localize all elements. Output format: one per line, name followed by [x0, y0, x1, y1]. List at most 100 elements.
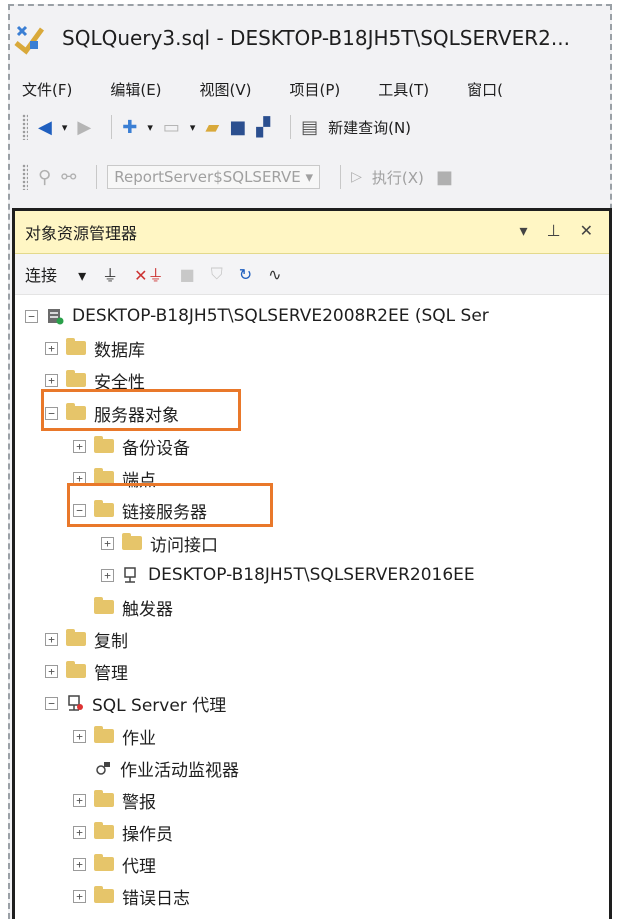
save-all-icon[interactable]: ▞	[256, 117, 270, 138]
pin-icon[interactable]: ⊥	[547, 221, 561, 240]
menu-bar: 文件(F) 编辑(E) 视图(V) 项目(P) 工具(T) 窗口(	[22, 74, 612, 104]
tree-node-proxies[interactable]: + 代理	[73, 849, 156, 879]
add-item-icon[interactable]: ▭	[163, 117, 180, 138]
connect-dropdown[interactable]: 连接 ▾	[25, 262, 86, 286]
new-project-icon[interactable]: ✚	[122, 117, 137, 138]
tree-node-linked-server-instance[interactable]: + DESKTOP-B18JH5T\SQLSERVER2016EE	[101, 560, 475, 590]
folder-icon	[94, 790, 114, 807]
expand-icon[interactable]: +	[45, 664, 58, 678]
toolbar-separator	[340, 165, 342, 189]
change-connection-icon[interactable]: ⚯	[61, 167, 76, 188]
dropdown-icon[interactable]: ▾	[62, 121, 68, 134]
folder-icon	[66, 629, 86, 646]
expand-icon[interactable]: +	[73, 729, 86, 743]
expand-icon[interactable]: +	[73, 857, 86, 871]
tree-node-label: 错误日志	[122, 888, 190, 909]
menu-window[interactable]: 窗口(	[467, 79, 503, 100]
expand-icon[interactable]: +	[101, 568, 114, 582]
highlight-box-server-objects	[41, 389, 241, 431]
menu-tools[interactable]: 工具(T)	[378, 79, 429, 100]
connect-icon[interactable]: ⚲	[38, 167, 51, 188]
expand-icon[interactable]: +	[45, 373, 58, 387]
collapse-icon[interactable]: −	[45, 696, 58, 710]
stop-icon[interactable]: ■	[180, 265, 195, 284]
standard-toolbar: ◀ ▾ ▶ ✚ ▾ ▭ ▾ ▰ ■ ▞ ▤ 新建查询(N)	[22, 110, 612, 144]
tree-node-sql-agent[interactable]: − SQL Server 代理	[45, 688, 226, 718]
window-position-icon[interactable]: ▾	[519, 221, 527, 240]
tree-node-label: 复制	[94, 631, 128, 652]
expand-icon[interactable]: +	[101, 536, 114, 550]
tree-node-label: 作业	[122, 728, 156, 749]
server-icon	[46, 307, 64, 325]
tree-node-job-activity-monitor[interactable]: 作业活动监视器	[73, 753, 239, 783]
expand-icon[interactable]: +	[45, 341, 58, 355]
agent-icon	[66, 694, 84, 712]
tree-node-management[interactable]: + 管理	[45, 656, 128, 686]
folder-icon	[66, 338, 86, 355]
menu-project[interactable]: 项目(P)	[290, 79, 341, 100]
expand-icon[interactable]: +	[73, 793, 86, 807]
expand-icon[interactable]: +	[73, 825, 86, 839]
dropdown-icon[interactable]: ▾	[190, 121, 196, 134]
folder-icon	[66, 370, 86, 387]
tree-node-jobs[interactable]: + 作业	[73, 721, 156, 751]
tree-node-replication[interactable]: + 复制	[45, 624, 128, 654]
expand-icon[interactable]: +	[73, 439, 86, 453]
connect-plug-icon[interactable]: ⏚	[102, 262, 118, 286]
tree-node-label: SQL Server 代理	[92, 695, 227, 716]
toolbar-grip[interactable]	[22, 164, 28, 190]
tree-node-databases[interactable]: + 数据库	[45, 333, 145, 363]
open-folder-icon[interactable]: ▰	[205, 117, 219, 138]
window-title: SQLQuery3.sql - DESKTOP-B18JH5T\SQLSERVE…	[62, 26, 570, 50]
expand-icon[interactable]: +	[45, 632, 58, 646]
object-explorer-title: 对象资源管理器	[25, 224, 138, 243]
dropdown-icon[interactable]: ▾	[147, 121, 153, 134]
activity-monitor-icon[interactable]: ∿	[268, 265, 281, 284]
connect-label: 连接	[25, 266, 58, 285]
collapse-icon[interactable]: −	[25, 309, 38, 323]
new-query-icon[interactable]: ▤	[301, 117, 318, 138]
tree-node-operators[interactable]: + 操作员	[73, 817, 173, 847]
tree-node-alerts[interactable]: + 警报	[73, 785, 156, 815]
menu-file[interactable]: 文件(F)	[22, 79, 72, 100]
ssms-logo-icon	[12, 21, 46, 55]
refresh-icon[interactable]: ↻	[239, 265, 252, 284]
tree-node-label: 代理	[122, 856, 156, 877]
forward-icon[interactable]: ▶	[77, 117, 91, 138]
panel-controls: ▾ ⊥ ✕	[505, 221, 593, 240]
folder-icon	[94, 854, 114, 871]
available-databases-select[interactable]: ReportServer$SQLSERVE ▾	[107, 165, 321, 189]
tree-node-label: 管理	[94, 663, 128, 684]
back-icon[interactable]: ◀	[38, 117, 52, 138]
tree-node-label: 警报	[122, 792, 156, 813]
object-explorer-toolbar: 连接 ▾ ⏚ ✕⏚ ■ ⛉ ↻ ∿	[15, 254, 609, 295]
tree-node-backup-devices[interactable]: + 备份设备	[73, 431, 190, 461]
tree-node-providers[interactable]: + 访问接口	[101, 528, 218, 558]
monitor-icon	[94, 759, 112, 777]
execute-button[interactable]: 执行(X)	[372, 167, 424, 188]
menu-view[interactable]: 视图(V)	[200, 79, 252, 100]
folder-icon	[94, 597, 114, 614]
expand-icon[interactable]: +	[73, 889, 86, 903]
tree-node-server[interactable]: − DESKTOP-B18JH5T\SQLSERVE2008R2EE (SQL …	[25, 301, 489, 331]
disconnect-icon[interactable]: ✕⏚	[134, 262, 163, 286]
folder-icon	[122, 533, 142, 550]
folder-icon	[94, 436, 114, 453]
object-explorer-panel: 对象资源管理器 ▾ ⊥ ✕ 连接 ▾ ⏚ ✕⏚ ■ ⛉ ↻ ∿ − DESKTO…	[12, 208, 612, 919]
new-query-button[interactable]: 新建查询(N)	[328, 117, 411, 138]
tree-node-label: 访问接口	[150, 535, 218, 556]
execute-icon[interactable]: ▷	[351, 169, 362, 185]
linked-server-icon	[122, 566, 140, 584]
save-icon[interactable]: ■	[229, 117, 246, 138]
tree-node-triggers[interactable]: 触发器	[73, 592, 173, 622]
server-combo-value: ReportServer$SQLSERVE	[114, 168, 301, 186]
filter-icon[interactable]: ⛉	[211, 264, 223, 284]
tree-node-label: 作业活动监视器	[120, 760, 239, 781]
folder-icon	[94, 886, 114, 903]
menu-edit[interactable]: 编辑(E)	[110, 79, 161, 100]
close-icon[interactable]: ✕	[580, 221, 593, 240]
toolbar-grip[interactable]	[22, 114, 28, 140]
tree-node-label: 数据库	[94, 340, 145, 361]
tree-node-error-logs[interactable]: + 错误日志	[73, 881, 190, 911]
stop-icon[interactable]: ■	[436, 167, 453, 188]
